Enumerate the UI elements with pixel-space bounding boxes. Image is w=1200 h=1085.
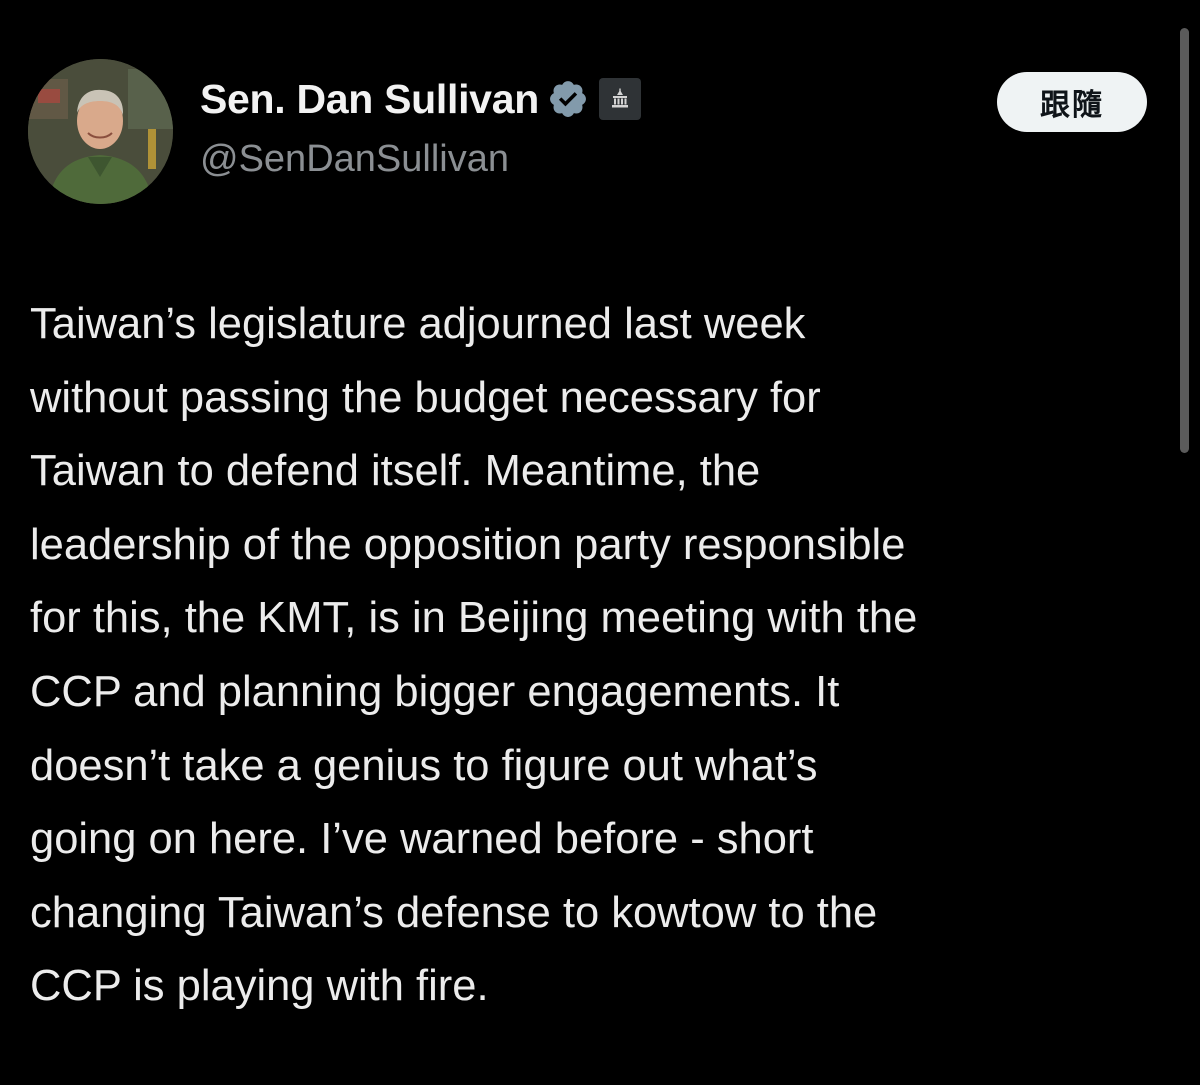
tweet-text-line: for this, the KMT, is in Beijing meeting… (30, 594, 918, 643)
tweet-text-line: changing Taiwan’s defense to kowtow to t… (30, 888, 878, 937)
tweet-text-line: going on here. I’ve warned before - shor… (30, 815, 814, 864)
follow-button[interactable]: 跟隨 (997, 72, 1147, 132)
tweet-text-line: CCP is playing with fire. (30, 962, 489, 1011)
scrollbar-thumb[interactable] (1180, 28, 1189, 453)
tweet-text: Taiwan’s legislature adjourned last week… (30, 288, 1180, 1024)
verified-badge-icon (547, 78, 589, 120)
author-avatar[interactable] (28, 59, 173, 204)
tweet-text-line: Taiwan to defend itself. Meantime, the (30, 447, 761, 496)
tweet-text-line: leadership of the opposition party respo… (30, 520, 906, 569)
tweet-text-line: doesn’t take a genius to figure out what… (30, 741, 818, 790)
tweet-card: Sen. Dan Sullivan @SenDanSullivan 跟隨 Tai… (0, 0, 1200, 1085)
tweet-text-line: Taiwan’s legislature adjourned last week (30, 300, 806, 348)
author-handle[interactable]: @SenDanSullivan (200, 138, 509, 181)
author-display-name[interactable]: Sen. Dan Sullivan (200, 76, 539, 123)
person-avatar-icon (28, 59, 173, 204)
tweet-text-line: CCP and planning bigger engagements. It (30, 667, 840, 716)
tweet-text-line: without passing the budget necessary for (30, 373, 821, 422)
government-building-icon (598, 78, 641, 120)
author-name-row: Sen. Dan Sullivan (200, 74, 641, 124)
